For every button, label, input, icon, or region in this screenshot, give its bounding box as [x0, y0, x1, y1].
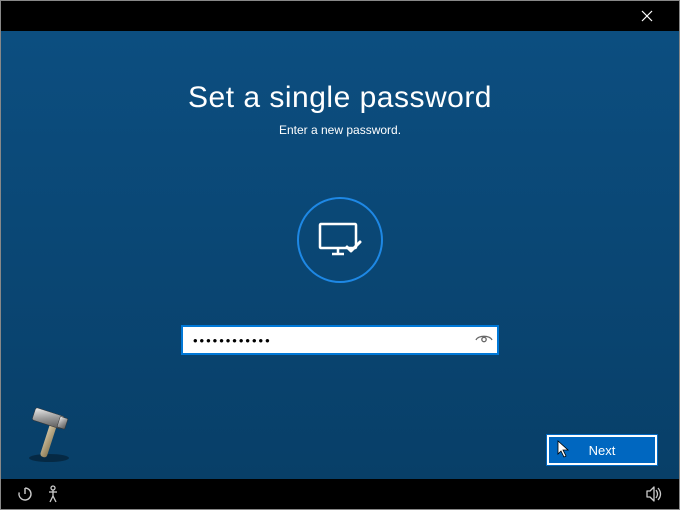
page-subtitle: Enter a new password. [279, 123, 401, 137]
volume-button[interactable] [641, 479, 669, 509]
password-field-row [181, 325, 499, 355]
hammer-icon [19, 404, 79, 464]
cursor-icon [557, 440, 571, 458]
accessibility-icon [45, 485, 61, 503]
page-title: Set a single password [188, 81, 492, 115]
volume-icon [646, 486, 664, 502]
hammer-watermark [19, 404, 79, 469]
titlebar [1, 1, 679, 31]
next-button[interactable]: Next [547, 435, 657, 465]
power-button[interactable] [11, 479, 39, 509]
monitor-check-icon [318, 220, 362, 260]
accessibility-button[interactable] [39, 479, 67, 509]
hero-icon-circle [297, 197, 383, 283]
next-button-label: Next [589, 443, 616, 458]
close-button[interactable] [627, 1, 667, 31]
power-icon [17, 486, 33, 502]
main-content: Set a single password Enter a new passwo… [1, 31, 679, 479]
close-icon [641, 10, 653, 22]
bottom-bar [1, 479, 679, 509]
eye-reveal-icon [475, 333, 493, 347]
password-input[interactable] [181, 325, 499, 355]
reveal-password-button[interactable] [475, 333, 493, 347]
